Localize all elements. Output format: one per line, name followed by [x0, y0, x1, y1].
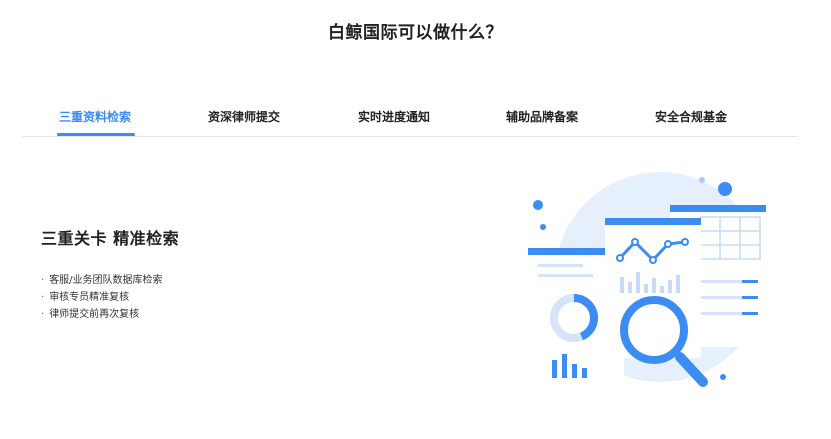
list-item-text: 客服/业务团队数据库检索 [49, 275, 163, 286]
list-item-text: 审核专员精准复核 [49, 292, 130, 303]
tab-triple-search[interactable]: 三重资料检索 [59, 108, 131, 125]
data-analysis-illustration [528, 172, 766, 390]
active-tab-indicator [57, 133, 135, 136]
page-title: 白鲸国际可以做什么？ [328, 23, 503, 43]
decor-dot [718, 182, 732, 196]
bullet-dot: · [41, 309, 45, 320]
bullet-dot: · [41, 292, 45, 303]
decor-dot [533, 200, 543, 210]
decor-dot [540, 224, 546, 230]
decor-dot [720, 374, 726, 380]
list-item: · 审核专员精准复核 [41, 289, 163, 306]
tab-brand-filing[interactable]: 辅助品牌备案 [506, 108, 578, 125]
feature-list: · 客服/业务团队数据库检索 · 审核专员精准复核 · 律师提交前再次复核 [41, 272, 163, 323]
list-item: · 客服/业务团队数据库检索 [41, 272, 163, 289]
list-item-text: 律师提交前再次复核 [49, 309, 140, 320]
tab-compliance-fund[interactable]: 安全合规基金 [655, 108, 727, 125]
tab-bar: 三重资料检索 资深律师提交 实时进度通知 辅助品牌备案 安全合规基金 [22, 98, 798, 137]
decor-dot [699, 177, 705, 183]
tab-progress-notify[interactable]: 实时进度通知 [358, 108, 430, 125]
tab-lawyer-submit[interactable]: 资深律师提交 [208, 108, 280, 125]
content-title: 三重关卡 精准检索 [41, 229, 180, 248]
list-item: · 律师提交前再次复核 [41, 306, 163, 323]
bullet-dot: · [41, 275, 45, 286]
